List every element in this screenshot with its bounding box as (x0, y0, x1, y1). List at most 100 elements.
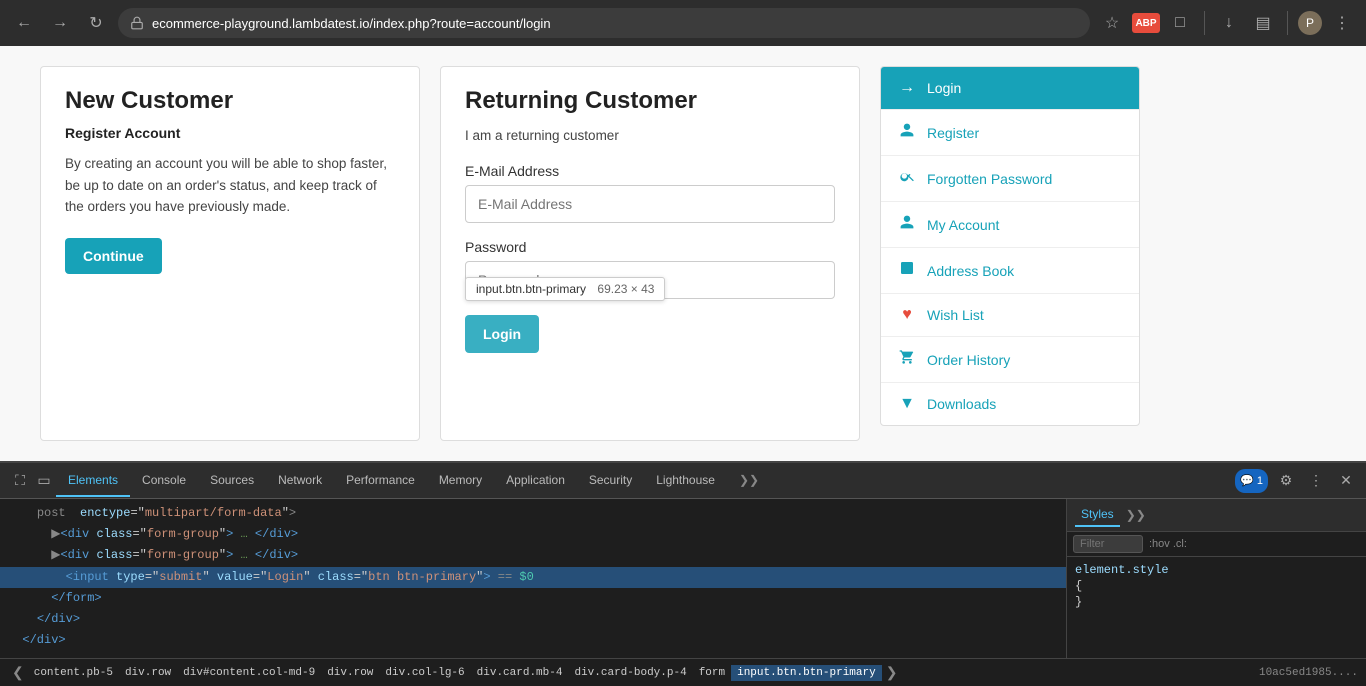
devtools-right-icons: 💬 1 ⚙ ⋮ ✕ (1235, 469, 1358, 493)
browser-chrome: ← → ↻ ecommerce-playground.lambdatest.io… (0, 0, 1366, 46)
password-label: Password (465, 239, 835, 255)
devtools-tab-lighthouse[interactable]: Lighthouse (644, 465, 727, 497)
login-button[interactable]: Login (465, 315, 539, 353)
breadcrumb-div-card-mb-4[interactable]: div.card.mb-4 (471, 665, 569, 681)
code-line-2: ▶<div class="form-group"> … </div> (0, 524, 1066, 545)
devtools-tab-security[interactable]: Security (577, 465, 644, 497)
downloads-icon: ▼ (897, 395, 917, 413)
key-icon (897, 168, 917, 189)
devtools-select-icon[interactable]: ⛶ (8, 469, 32, 493)
styles-rule-open: { (1075, 579, 1358, 593)
styles-filter-bar: :hov .cl: (1067, 532, 1366, 557)
breadcrumb-content-pb-5[interactable]: content.pb-5 (28, 665, 119, 681)
devtools-device-icon[interactable]: ▭ (32, 469, 56, 493)
security-icon (130, 16, 144, 30)
devtools-settings-icon[interactable]: ⚙ (1274, 469, 1298, 493)
sidebar-item-downloads[interactable]: ▼ Downloads (881, 383, 1139, 425)
devtools-tab-sources[interactable]: Sources (198, 465, 266, 497)
devtools-comment-badge[interactable]: 💬 1 (1235, 469, 1268, 493)
browser-right-icons: ☆ ABP □ ↓ ▤ P ⋮ (1098, 9, 1356, 37)
breadcrumb-right-text: 10ac5ed1985.... (1259, 667, 1358, 679)
styles-filter-input[interactable] (1073, 535, 1143, 553)
sidebar-my-account-label: My Account (927, 217, 999, 233)
sidebar-item-forgotten-password[interactable]: Forgotten Password (881, 156, 1139, 202)
register-icon (897, 122, 917, 143)
sidebar-register-label: Register (927, 125, 979, 141)
styles-tab[interactable]: Styles (1075, 503, 1120, 527)
extensions-button[interactable]: □ (1166, 9, 1194, 37)
returning-customer-subtitle: I am a returning customer (465, 125, 835, 147)
new-customer-description: By creating an account you will be able … (65, 153, 395, 218)
profile-avatar[interactable]: P (1298, 11, 1322, 35)
breadcrumb-form[interactable]: form (693, 665, 731, 681)
email-form-group: E-Mail Address (465, 163, 835, 223)
divider2 (1287, 11, 1288, 35)
bookmark-button[interactable]: ☆ (1098, 9, 1126, 37)
password-form-group: Password (465, 239, 835, 299)
sidebar-forgotten-password-label: Forgotten Password (927, 171, 1052, 187)
new-customer-card: New Customer Register Account By creatin… (40, 66, 420, 441)
styles-arrow[interactable]: ❯❯ (1126, 508, 1146, 522)
sidebar-item-my-account[interactable]: My Account (881, 202, 1139, 248)
styles-content: element.style { } (1067, 557, 1366, 658)
breadcrumb-div-row-2[interactable]: div.row (321, 665, 379, 681)
order-history-icon (897, 349, 917, 370)
forward-button[interactable]: → (46, 9, 74, 37)
code-line-4-selected: <input type="submit" value="Login" class… (0, 567, 1066, 588)
download-button[interactable]: ↓ (1215, 9, 1243, 37)
wish-list-icon: ♥ (897, 306, 917, 324)
sidebar-order-history-label: Order History (927, 352, 1010, 368)
code-line-3: ▶<div class="form-group"> … </div> (0, 545, 1066, 566)
register-account-label: Register Account (65, 125, 395, 141)
divider (1204, 11, 1205, 35)
styles-panel-header: Styles ❯❯ (1067, 499, 1366, 532)
code-panel: post enctype="multipart/form-data"> ▶<di… (0, 499, 1066, 658)
code-line-5: </form> (0, 588, 1066, 609)
url-display: ecommerce-playground.lambdatest.io/index… (152, 16, 1078, 31)
breadcrumb-next-button[interactable]: ❯ (882, 662, 902, 683)
breadcrumb-div-row[interactable]: div.row (119, 665, 177, 681)
devtools-tab-performance[interactable]: Performance (334, 465, 427, 497)
reload-button[interactable]: ↻ (82, 9, 110, 37)
sidebar-item-order-history[interactable]: Order History (881, 337, 1139, 383)
returning-customer-title: Returning Customer (465, 87, 835, 115)
address-bar[interactable]: ecommerce-playground.lambdatest.io/index… (118, 8, 1090, 38)
sidebar-item-register[interactable]: Register (881, 110, 1139, 156)
styles-pseudo-label: :hov .cl: (1149, 538, 1187, 550)
sidebar-downloads-label: Downloads (927, 396, 996, 412)
devtools-close-icon[interactable]: ✕ (1334, 469, 1358, 493)
devtools-tab-more[interactable]: ❯❯ (727, 465, 771, 497)
sidebar: → Login Register Forgotten Password My A… (880, 66, 1140, 426)
menu-button[interactable]: ⋮ (1328, 9, 1356, 37)
back-button[interactable]: ← (10, 9, 38, 37)
devtools-main: post enctype="multipart/form-data"> ▶<di… (0, 499, 1366, 658)
breadcrumb-prev-button[interactable]: ❮ (8, 662, 28, 683)
email-input[interactable] (465, 185, 835, 223)
abp-badge: ABP (1132, 13, 1160, 33)
devtools-tab-application[interactable]: Application (494, 465, 577, 497)
breadcrumb-div-content-col-md-9[interactable]: div#content.col-md-9 (177, 665, 321, 681)
breadcrumb-div-col-lg-6[interactable]: div.col-lg-6 (379, 665, 470, 681)
devtools-tab-elements[interactable]: Elements (56, 465, 130, 497)
devtools-more-icon[interactable]: ⋮ (1304, 469, 1328, 493)
code-line-6: </div> (0, 609, 1066, 630)
breadcrumb-input-btn-btn-primary[interactable]: input.btn.btn-primary (731, 665, 882, 681)
new-customer-title: New Customer (65, 87, 395, 115)
sidebar-item-address-book[interactable]: Address Book (881, 248, 1139, 294)
devtools-tab-memory[interactable]: Memory (427, 465, 494, 497)
continue-button[interactable]: Continue (65, 238, 162, 274)
login-icon: → (897, 79, 917, 97)
sidebar-toggle-button[interactable]: ▤ (1249, 9, 1277, 37)
styles-rule-close: } (1075, 595, 1358, 609)
address-book-icon (897, 260, 917, 281)
devtools-tab-console[interactable]: Console (130, 465, 198, 497)
sidebar-login-label: Login (927, 80, 961, 96)
email-label: E-Mail Address (465, 163, 835, 179)
devtools-tabs: ⛶ ▭ Elements Console Sources Network Per… (0, 463, 1366, 499)
sidebar-item-wish-list[interactable]: ♥ Wish List (881, 294, 1139, 337)
code-line-7: </div> (0, 630, 1066, 651)
password-input[interactable] (465, 261, 835, 299)
devtools-tab-network[interactable]: Network (266, 465, 334, 497)
breadcrumb-div-card-body-p-4[interactable]: div.card-body.p-4 (568, 665, 692, 681)
sidebar-item-login[interactable]: → Login (881, 67, 1139, 110)
